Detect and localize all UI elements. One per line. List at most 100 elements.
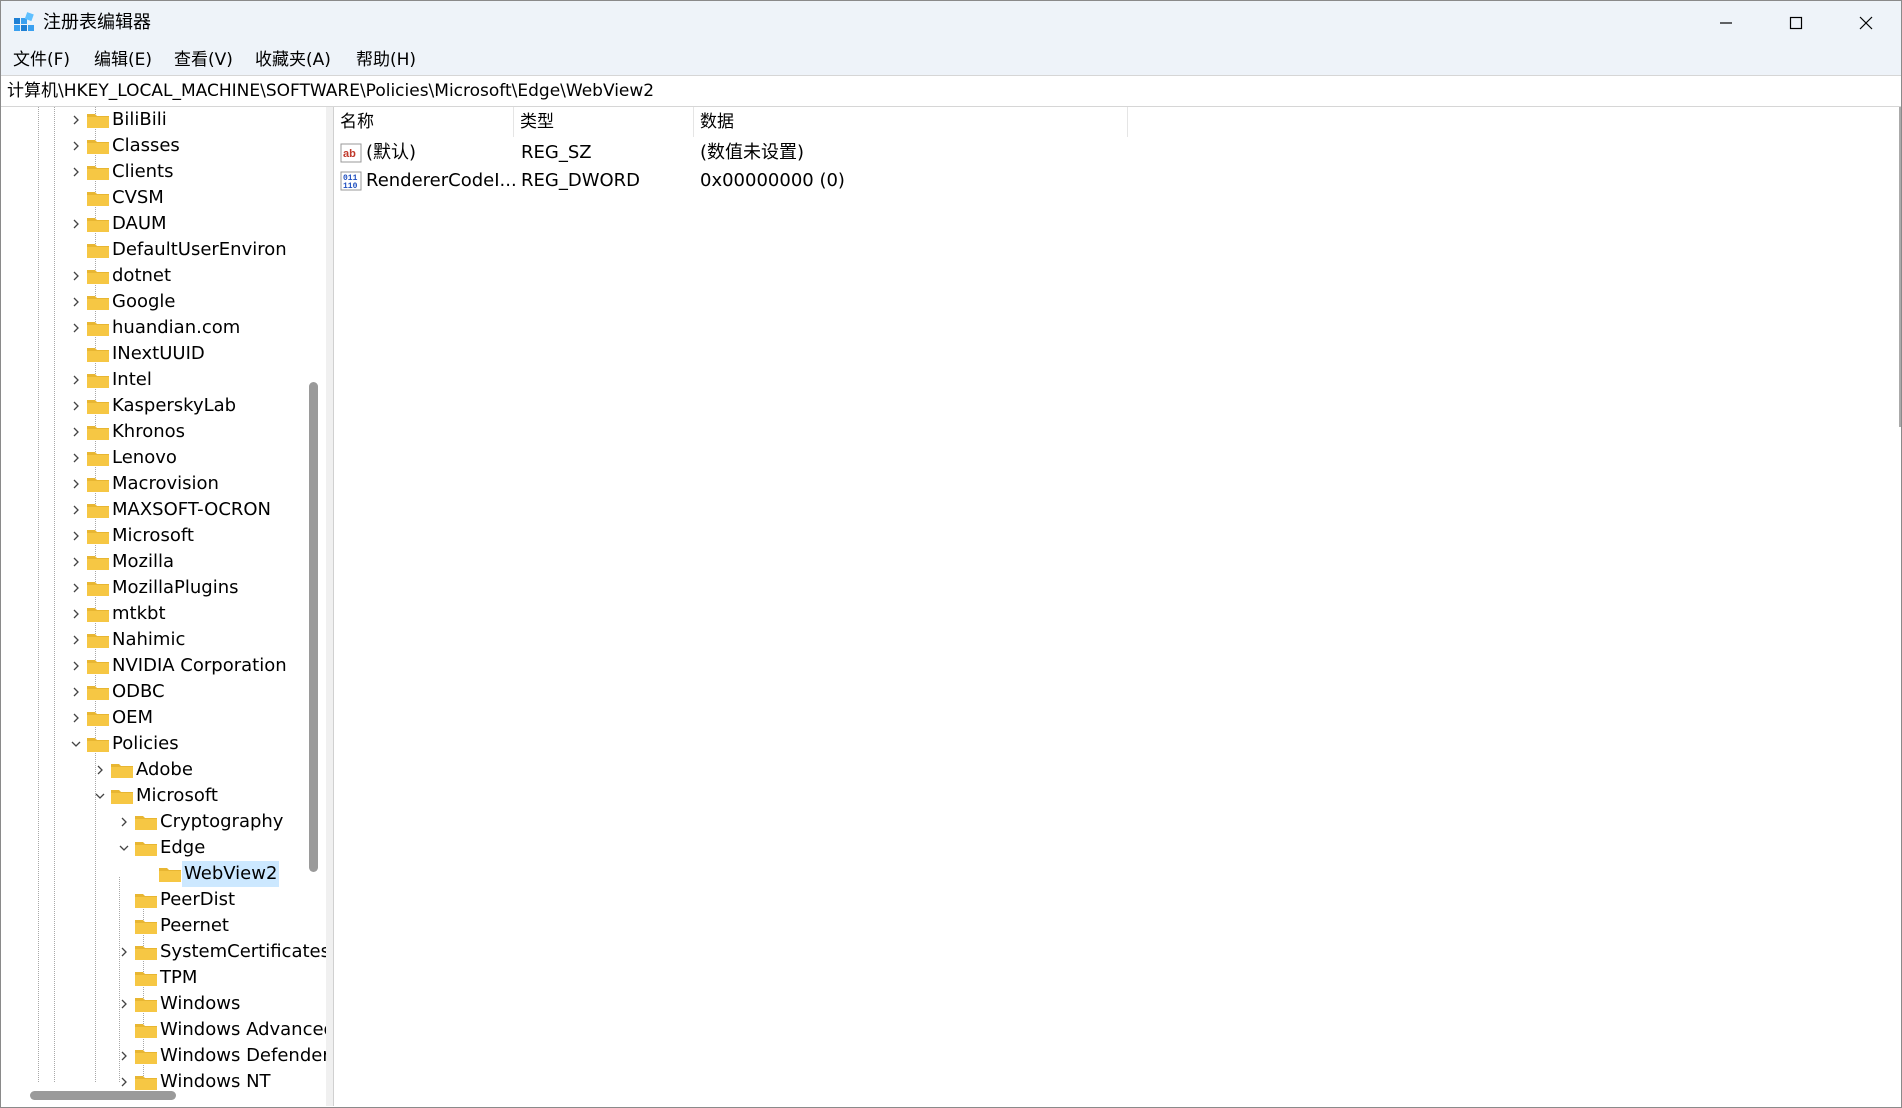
values-pane[interactable]: 名称 类型 数据 ab (默认) REG_SZ (数值未设置) 011 110 Render…	[333, 107, 1900, 1106]
tree-node[interactable]: WebView2	[4, 861, 301, 887]
tree-node-label[interactable]: CVSM	[110, 185, 166, 211]
expand-arrow-icon[interactable]	[70, 400, 82, 412]
tree-node[interactable]: Cryptography	[4, 809, 301, 835]
tree-node[interactable]: CVSM	[4, 185, 301, 211]
tree-node[interactable]: MozillaPlugins	[4, 575, 301, 601]
tree-node[interactable]: Mozilla	[4, 549, 301, 575]
expand-arrow-icon[interactable]	[118, 816, 130, 828]
tree-node-label[interactable]: DefaultUserEnviron	[110, 237, 289, 263]
tree-node-label[interactable]: Windows Defender	[158, 1043, 326, 1069]
tree-node-label[interactable]: Macrovision	[110, 471, 221, 497]
expand-arrow-icon[interactable]	[70, 634, 82, 646]
expand-arrow-icon[interactable]	[94, 764, 106, 776]
tree-horizontal-scrollbar[interactable]	[4, 1082, 326, 1106]
tree-node-label[interactable]: Khronos	[110, 419, 187, 445]
tree-node-label[interactable]: huandian.com	[110, 315, 242, 341]
expand-arrow-icon[interactable]	[70, 712, 82, 724]
expand-arrow-icon[interactable]	[70, 166, 82, 178]
tree-node[interactable]: DAUM	[4, 211, 301, 237]
expand-arrow-icon[interactable]	[70, 218, 82, 230]
menu-edit[interactable]: 编辑(E)	[94, 48, 152, 72]
tree-node-label[interactable]: Nahimic	[110, 627, 187, 653]
expand-arrow-icon[interactable]	[70, 660, 82, 672]
expand-arrow-icon[interactable]	[70, 452, 82, 464]
tree-node[interactable]: Lenovo	[4, 445, 301, 471]
tree-node[interactable]: TPM	[4, 965, 301, 991]
tree-node-label[interactable]: OEM	[110, 705, 155, 731]
tree-node-label[interactable]: SystemCertificates	[158, 939, 326, 965]
tree-node-label[interactable]: MozillaPlugins	[110, 575, 241, 601]
tree-node-label[interactable]: NVIDIA Corporation	[110, 653, 289, 679]
tree-node-label[interactable]: PeerDist	[158, 887, 237, 913]
tree-node-label[interactable]: BiliBili	[110, 107, 169, 133]
tree-node[interactable]: dotnet	[4, 263, 301, 289]
pane-splitter[interactable]	[326, 107, 333, 1106]
tree-node[interactable]: KasperskyLab	[4, 393, 301, 419]
tree-node-label[interactable]: Policies	[110, 731, 181, 757]
collapse-arrow-icon[interactable]	[70, 738, 82, 750]
tree-node[interactable]: Nahimic	[4, 627, 301, 653]
tree-node-label[interactable]: WebView2	[182, 861, 280, 887]
tree-node-label[interactable]: Mozilla	[110, 549, 176, 575]
tree-node[interactable]: Khronos	[4, 419, 301, 445]
tree-node[interactable]: mtkbt	[4, 601, 301, 627]
tree-node[interactable]: Classes	[4, 133, 301, 159]
tree-node[interactable]: Intel	[4, 367, 301, 393]
menu-file[interactable]: 文件(F)	[13, 48, 70, 72]
column-header-type[interactable]: 类型	[514, 107, 694, 137]
tree-node-label[interactable]: Clients	[110, 159, 176, 185]
tree-node[interactable]: huandian.com	[4, 315, 301, 341]
expand-arrow-icon[interactable]	[70, 582, 82, 594]
tree-node[interactable]: Adobe	[4, 757, 301, 783]
expand-arrow-icon[interactable]	[70, 374, 82, 386]
maximize-button[interactable]	[1761, 1, 1831, 45]
collapse-arrow-icon[interactable]	[118, 842, 130, 854]
expand-arrow-icon[interactable]	[70, 270, 82, 282]
tree-node[interactable]: INextUUID	[4, 341, 301, 367]
tree-node[interactable]: Windows Defender	[4, 1043, 326, 1069]
minimize-button[interactable]	[1691, 1, 1761, 45]
tree-node-label[interactable]: DAUM	[110, 211, 169, 237]
tree-node-label[interactable]: Adobe	[134, 757, 195, 783]
tree-node[interactable]: OEM	[4, 705, 301, 731]
tree-node[interactable]: Macrovision	[4, 471, 301, 497]
tree-node-label[interactable]: mtkbt	[110, 601, 168, 627]
tree-node-label[interactable]: ODBC	[110, 679, 167, 705]
tree-vertical-scrollbar[interactable]	[307, 107, 318, 1082]
expand-arrow-icon[interactable]	[118, 1050, 130, 1062]
expand-arrow-icon[interactable]	[70, 556, 82, 568]
tree-node-label[interactable]: Google	[110, 289, 177, 315]
tree-node[interactable]: Peernet	[4, 913, 301, 939]
tree-node-label[interactable]: MAXSOFT-OCRON	[110, 497, 273, 523]
address-bar[interactable]: 计算机\HKEY_LOCAL_MACHINE\SOFTWARE\Policies…	[1, 75, 1901, 107]
menu-view[interactable]: 查看(V)	[174, 48, 233, 72]
tree-node-label[interactable]: Windows Advanced	[158, 1017, 326, 1043]
tree-node[interactable]: SystemCertificates	[4, 939, 326, 965]
tree-node[interactable]: Policies	[4, 731, 301, 757]
tree-node[interactable]: DefaultUserEnviron	[4, 237, 301, 263]
tree-node[interactable]: Clients	[4, 159, 301, 185]
tree-node[interactable]: Windows	[4, 991, 301, 1017]
tree-node[interactable]: Windows Advanced	[4, 1017, 326, 1043]
tree-node[interactable]: ODBC	[4, 679, 301, 705]
tree-node-label[interactable]: Windows	[158, 991, 242, 1017]
expand-arrow-icon[interactable]	[118, 998, 130, 1010]
tree-node[interactable]: Google	[4, 289, 301, 315]
tree-node-label[interactable]: dotnet	[110, 263, 173, 289]
expand-arrow-icon[interactable]	[70, 530, 82, 542]
expand-arrow-icon[interactable]	[70, 478, 82, 490]
tree-node-label[interactable]: Edge	[158, 835, 207, 861]
tree-node-label[interactable]: KasperskyLab	[110, 393, 238, 419]
tree-node-label[interactable]: Cryptography	[158, 809, 285, 835]
expand-arrow-icon[interactable]	[70, 322, 82, 334]
tree-node-label[interactable]: INextUUID	[110, 341, 207, 367]
expand-arrow-icon[interactable]	[70, 140, 82, 152]
tree-node[interactable]: Edge	[4, 835, 301, 861]
tree-node[interactable]: Microsoft	[4, 783, 301, 809]
expand-arrow-icon[interactable]	[70, 426, 82, 438]
menu-favorites[interactable]: 收藏夹(A)	[255, 48, 331, 72]
expand-arrow-icon[interactable]	[70, 114, 82, 126]
tree-node-label[interactable]: Classes	[110, 133, 182, 159]
tree-node[interactable]: MAXSOFT-OCRON	[4, 497, 301, 523]
expand-arrow-icon[interactable]	[70, 608, 82, 620]
